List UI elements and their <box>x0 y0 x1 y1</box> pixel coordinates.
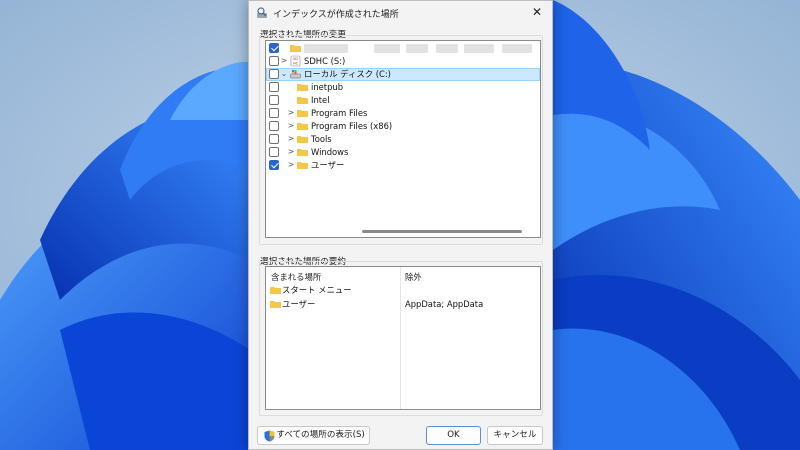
horizontal-scrollbar[interactable] <box>362 230 522 233</box>
checkbox-blurred-location[interactable] <box>269 43 279 53</box>
title-bar[interactable]: インデックスが作成された場所 ✕ <box>249 1 552 25</box>
summary-row[interactable]: ユーザー AppData; AppData <box>266 298 540 311</box>
checkbox-program-files-x86[interactable] <box>269 121 279 131</box>
indexing-options-icon <box>257 7 267 18</box>
tree-row-tools[interactable]: > Tools <box>266 133 540 146</box>
cancel-button[interactable]: キャンセル <box>487 426 543 445</box>
tree-label-intel: Intel <box>311 95 330 105</box>
chevron-right-icon[interactable]: > <box>280 56 288 66</box>
tree-label-inetpub: inetpub <box>311 82 344 92</box>
tree-label-tools: Tools <box>311 134 332 144</box>
chevron-right-icon[interactable]: > <box>287 160 295 170</box>
summary-excluded: AppData; AppData <box>405 299 484 309</box>
blurred-label <box>502 44 532 53</box>
tree-row-program-files-x86[interactable]: > Program Files (x86) <box>266 120 540 133</box>
show-all-locations-button[interactable]: すべての場所の表示(S) <box>257 426 370 445</box>
blurred-label <box>436 44 458 53</box>
tree-label-users: ユーザー <box>311 160 345 170</box>
chevron-right-icon[interactable]: > <box>287 147 295 157</box>
tree-label-sdhc: SDHC (S:) <box>304 56 346 66</box>
blurred-label <box>374 44 400 53</box>
svg-text:SD: SD <box>293 57 298 61</box>
chevron-right-icon[interactable]: > <box>287 108 295 118</box>
chevron-down-icon[interactable]: ⌄ <box>280 69 288 79</box>
folder-icon <box>297 136 308 143</box>
tree-row-users[interactable]: > ユーザー <box>266 159 540 172</box>
folder-icon <box>290 45 301 52</box>
checkbox-intel[interactable] <box>269 95 279 105</box>
location-tree[interactable]: > SD HC SDHC (S:) ⌄ ローカル ディスク (C:) inetp… <box>265 40 541 238</box>
blurred-label <box>464 44 494 53</box>
folder-icon <box>297 97 308 104</box>
column-header-excluded[interactable]: 除外 <box>405 271 422 283</box>
svg-text:HC: HC <box>293 62 299 66</box>
tree-label-program-files-x86: Program Files (x86) <box>311 121 393 131</box>
drive-icon <box>290 70 301 79</box>
folder-icon <box>297 110 308 117</box>
summary-list[interactable]: 含まれる場所 除外 スタート メニュー ユーザー AppData; AppDat… <box>265 266 541 410</box>
tree-row-windows[interactable]: > Windows <box>266 146 540 159</box>
blurred-label <box>406 44 428 53</box>
tree-row-local-disk[interactable]: ⌄ ローカル ディスク (C:) <box>266 68 540 81</box>
close-button[interactable]: ✕ <box>522 1 552 23</box>
blurred-label <box>304 44 348 53</box>
indexed-locations-dialog: インデックスが作成された場所 ✕ 選択された場所の変更 > SD HC SDHC <box>248 0 553 450</box>
ok-button[interactable]: OK <box>426 426 481 445</box>
folder-icon <box>297 123 308 130</box>
show-all-label: すべての場所の表示(S) <box>276 430 365 440</box>
tree-row-blurred[interactable] <box>266 42 540 55</box>
tree-row-program-files[interactable]: > Program Files <box>266 107 540 120</box>
folder-icon <box>297 162 308 169</box>
sd-card-icon: SD HC <box>290 55 301 67</box>
tree-row-inetpub[interactable]: inetpub <box>266 81 540 94</box>
tree-row-sdhc[interactable]: > SD HC SDHC (S:) <box>266 55 540 68</box>
checkbox-inetpub[interactable] <box>269 82 279 92</box>
folder-icon <box>297 84 308 91</box>
chevron-right-icon[interactable]: > <box>287 134 295 144</box>
chevron-right-icon[interactable]: > <box>287 121 295 131</box>
column-header-included[interactable]: 含まれる場所 <box>271 271 321 283</box>
checkbox-sdhc[interactable] <box>269 56 279 66</box>
tree-label-windows: Windows <box>311 147 349 157</box>
folder-icon <box>270 287 281 294</box>
checkbox-windows[interactable] <box>269 147 279 157</box>
summary-included: ユーザー <box>282 299 316 309</box>
folder-icon <box>270 301 281 308</box>
checkbox-users[interactable] <box>269 160 279 170</box>
tree-label-local-disk: ローカル ディスク (C:) <box>304 69 391 79</box>
summary-row[interactable]: スタート メニュー <box>266 284 540 297</box>
checkbox-program-files[interactable] <box>269 108 279 118</box>
tree-label-program-files: Program Files <box>311 108 368 118</box>
checkbox-tools[interactable] <box>269 134 279 144</box>
folder-icon <box>297 149 308 156</box>
summary-included: スタート メニュー <box>282 285 352 295</box>
tree-row-intel[interactable]: Intel <box>266 94 540 107</box>
checkbox-local-disk[interactable] <box>269 69 279 79</box>
dialog-title: インデックスが作成された場所 <box>273 10 399 20</box>
uac-shield-icon <box>264 430 275 442</box>
